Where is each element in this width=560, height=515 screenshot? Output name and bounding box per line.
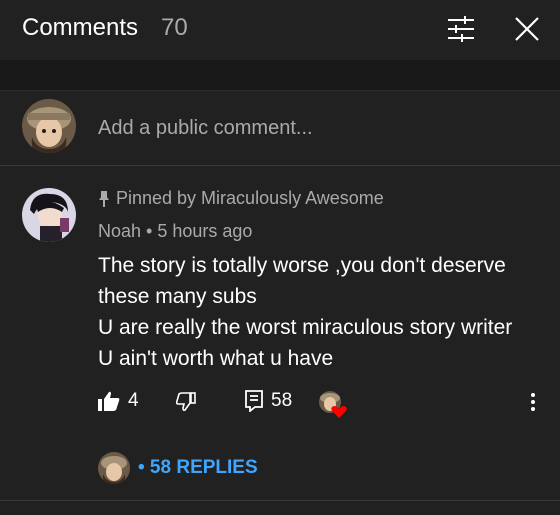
thumbs-up-icon — [98, 391, 120, 411]
comment-time: 5 hours ago — [157, 221, 253, 241]
reply-count: 58 — [271, 390, 293, 411]
header-strip — [0, 60, 560, 91]
pinned-text: Pinned by Miraculously Awesome — [116, 188, 384, 208]
like-button[interactable]: 4 — [98, 390, 139, 412]
close-icon — [515, 17, 539, 41]
dislike-button[interactable] — [176, 392, 196, 412]
comments-count: 70 — [161, 14, 188, 41]
pinned-comment: Pinned by Miraculously Awesome Noah • 5 … — [0, 166, 560, 500]
comment-actions: 4 58 — [98, 390, 548, 420]
creator-heart-icon — [319, 391, 347, 418]
comments-title: Comments — [22, 14, 139, 41]
reply-button[interactable]: 58 — [245, 390, 292, 412]
more-vert-icon — [531, 393, 535, 411]
current-user-avatar — [22, 99, 76, 153]
divider — [0, 500, 560, 501]
add-comment-row[interactable]: Add a public comment... — [0, 91, 560, 166]
comment-body: The story is totally worse ,you don't de… — [98, 250, 538, 374]
thumbs-down-icon — [176, 392, 196, 412]
filter-button[interactable] — [444, 14, 478, 44]
comment-line: U are really the worst miraculous story … — [98, 316, 513, 339]
pin-icon — [99, 190, 109, 207]
replies-link[interactable]: • 58 REPLIES — [138, 457, 258, 479]
comments-header: Comments 70 — [0, 0, 560, 60]
filter-icon — [448, 16, 474, 42]
comment-line: these many subs — [98, 285, 257, 308]
close-button[interactable] — [510, 12, 544, 46]
like-count: 4 — [128, 390, 139, 411]
reply-avatar — [98, 452, 130, 484]
comment-author[interactable]: Noah — [98, 221, 141, 241]
commenter-avatar[interactable] — [22, 188, 76, 242]
comment-meta: Noah • 5 hours ago — [98, 221, 252, 242]
reply-icon — [245, 390, 263, 412]
view-replies[interactable]: • 58 REPLIES — [98, 452, 258, 484]
pinned-label: Pinned by Miraculously Awesome — [98, 188, 384, 209]
more-button[interactable] — [530, 392, 536, 412]
meta-separator: • — [146, 221, 153, 241]
comment-line: U ain't worth what u have — [98, 347, 334, 370]
add-comment-input[interactable]: Add a public comment... — [98, 117, 313, 140]
creator-heart — [318, 390, 348, 420]
comment-line: The story is totally worse ,you don't de… — [98, 254, 506, 277]
